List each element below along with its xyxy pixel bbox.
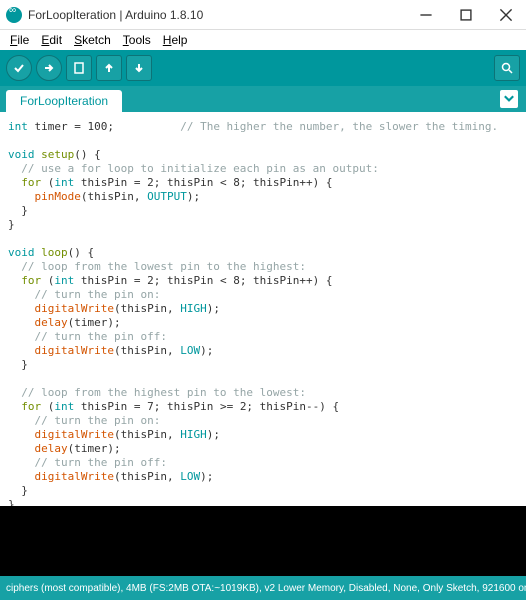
minimize-icon xyxy=(419,8,433,22)
window-controls xyxy=(406,0,526,30)
minimize-button[interactable] xyxy=(406,0,446,30)
code-content: int timer = 100; // The higher the numbe… xyxy=(8,120,518,506)
new-button[interactable] xyxy=(66,55,92,81)
code-editor[interactable]: int timer = 100; // The higher the numbe… xyxy=(0,112,526,506)
menu-tools[interactable]: Tools xyxy=(117,31,157,49)
maximize-icon xyxy=(459,8,473,22)
tab-dropdown-button[interactable] xyxy=(500,90,518,108)
open-button[interactable] xyxy=(96,55,122,81)
upload-button[interactable] xyxy=(36,55,62,81)
window-title: ForLoopIteration | Arduino 1.8.10 xyxy=(28,8,406,22)
toolbar xyxy=(0,50,526,86)
verify-button[interactable] xyxy=(6,55,32,81)
menu-edit[interactable]: Edit xyxy=(35,31,68,49)
check-icon xyxy=(12,61,26,75)
new-file-icon xyxy=(72,61,86,75)
close-button[interactable] xyxy=(486,0,526,30)
menu-help[interactable]: Help xyxy=(157,31,194,49)
status-bar: ciphers (most compatible), 4MB (FS:2MB O… xyxy=(0,576,526,600)
arrow-up-icon xyxy=(102,61,116,75)
chevron-down-icon xyxy=(502,92,516,106)
menu-file[interactable]: File xyxy=(4,31,35,49)
arrow-right-icon xyxy=(42,61,56,75)
tab-sketch[interactable]: ForLoopIteration xyxy=(6,90,122,112)
serial-monitor-button[interactable] xyxy=(494,55,520,81)
titlebar: ForLoopIteration | Arduino 1.8.10 xyxy=(0,0,526,30)
arrow-down-icon xyxy=(132,61,146,75)
serial-monitor-icon xyxy=(500,61,514,75)
menu-sketch[interactable]: Sketch xyxy=(68,31,117,49)
close-icon xyxy=(499,8,513,22)
status-text: ciphers (most compatible), 4MB (FS:2MB O… xyxy=(6,583,526,594)
tabbar: ForLoopIteration xyxy=(0,86,526,112)
save-button[interactable] xyxy=(126,55,152,81)
maximize-button[interactable] xyxy=(446,0,486,30)
console-output[interactable] xyxy=(0,506,526,576)
app-icon xyxy=(6,7,22,23)
menubar: File Edit Sketch Tools Help xyxy=(0,30,526,50)
